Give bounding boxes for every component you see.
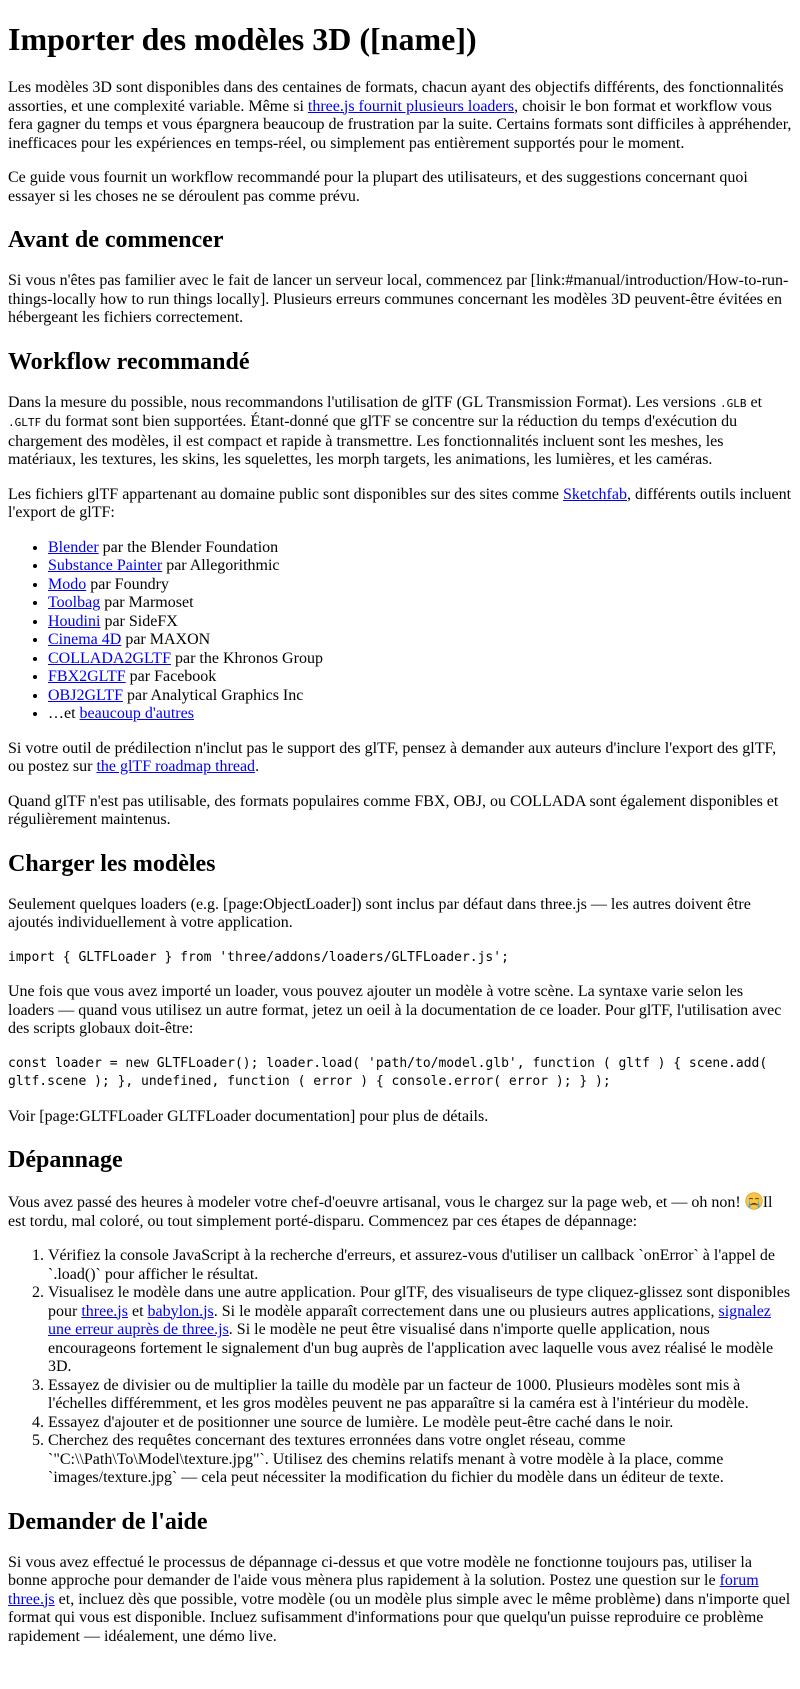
tool-vendor: par the Khronos Group [170, 649, 323, 667]
help-text-a: Si vous avez effectué le processus de dé… [8, 1553, 752, 1590]
tool-link[interactable]: COLLADA2GLTF [48, 650, 171, 667]
troubleshooting-text-a: Vous avez passé des heures à modeler vot… [8, 1194, 745, 1211]
workflow-text-and: et [746, 393, 763, 411]
troubleshooting-steps: Vérifiez la console JavaScript à la rech… [8, 1247, 792, 1488]
loading-paragraph-3: Voir [page:GLTFLoader GLTFLoader documen… [8, 1107, 489, 1125]
step2-text-b: . Si le modèle apparaît correctement dan… [213, 1302, 719, 1320]
help-text-b: et, incluez dès que possible, votre modè… [8, 1590, 791, 1645]
tool-vendor: par Facebook [125, 668, 217, 685]
troubleshooting-paragraph: Vous avez passé des heures à modeler vot… [8, 1192, 792, 1231]
code-load: const loader = new GLTFLoader(); loader.… [8, 1055, 776, 1090]
tool-vendor: par Marmoset [100, 594, 194, 611]
babylonjs-viewer-link[interactable]: babylon.js [148, 1303, 214, 1320]
workflow-text-b: du format sont bien supportées. Étant-do… [8, 413, 738, 468]
intro-paragraph-2: Ce guide vous fournit un workflow recomm… [8, 169, 748, 205]
glb-code: .GLB [720, 396, 747, 410]
tool-vendor: par Analytical Graphics Inc [122, 686, 304, 704]
threejs-viewer-link[interactable]: three.js [81, 1303, 128, 1320]
list-item: Cherchez des requêtes concernant des tex… [48, 1432, 792, 1488]
document: Importer des modèles 3D ([name]) Les mod… [0, 21, 800, 1646]
workflow-p2-text-a: Les fichiers glTF appartenant au domaine… [8, 485, 563, 503]
gltf-code: .GLTF [8, 416, 42, 429]
list-item: Visualisez le modèle dans une autre appl… [48, 1284, 792, 1377]
list-item: Essayez d'ajouter et de positionner une … [48, 1414, 792, 1433]
tool-link[interactable]: Houdini [48, 613, 100, 630]
list-item: COLLADA2GLTF par the Khronos Group [48, 650, 792, 669]
workflow-p3-text-b: . [255, 758, 260, 775]
tool-link[interactable]: Modo [48, 576, 86, 593]
heading-before: Avant de commencer [8, 227, 224, 253]
workflow-paragraph-1: Dans la mesure du possible, nous recomma… [8, 394, 792, 470]
crying-face-icon [745, 1192, 763, 1210]
page-title: Importer des modèles 3D ([name]) [8, 21, 477, 57]
list-item: Essayez de divisier ou de multiplier la … [48, 1377, 792, 1414]
tool-link[interactable]: Blender [48, 539, 99, 556]
heading-workflow: Workflow recommandé [8, 348, 250, 375]
before-paragraph: Si vous n'êtes pas familier avec le fait… [8, 272, 789, 326]
list-item: Vérifiez la console JavaScript à la rech… [48, 1247, 792, 1284]
workflow-paragraph-2: Les fichiers glTF appartenant au domaine… [8, 486, 792, 523]
loaders-link[interactable]: three.js fournit plusieurs loaders [308, 98, 514, 115]
tool-link[interactable]: Substance Painter [48, 557, 162, 574]
workflow-paragraph-3: Si votre outil de prédilection n'inclut … [8, 740, 792, 777]
tool-vendor: par MAXON [121, 631, 211, 648]
list-item: …et beaucoup d'autres [48, 705, 792, 724]
workflow-text-a: Dans la mesure du possible, nous recomma… [8, 393, 721, 411]
heading-loading: Charger les modèles [8, 850, 216, 877]
list-item: Houdini par SideFX [48, 613, 792, 632]
tool-link[interactable]: Toolbag [48, 594, 100, 611]
help-paragraph: Si vous avez effectué le processus de dé… [8, 1554, 792, 1647]
list-item: FBX2GLTF par Facebook [48, 668, 792, 687]
more-tools-link[interactable]: beaucoup d'autres [80, 705, 194, 722]
sketchfab-link[interactable]: Sketchfab [563, 486, 627, 503]
roadmap-thread-link[interactable]: the glTF roadmap thread [96, 758, 255, 775]
code-import: import { GLTFLoader } from 'three/addons… [8, 949, 509, 965]
list-item: Cinema 4D par MAXON [48, 631, 792, 650]
list-item: Substance Painter par Allegorithmic [48, 557, 792, 576]
tool-vendor: par Allegorithmic [162, 557, 280, 574]
heading-help: Demander de l'aide [8, 1508, 208, 1535]
tool-link[interactable]: FBX2GLTF [48, 668, 126, 685]
list-item: OBJ2GLTF par Analytical Graphics Inc [48, 687, 792, 706]
loading-paragraph-1: Seulement quelques loaders (e.g. [page:O… [8, 895, 751, 932]
list-item: Blender par the Blender Foundation [48, 539, 792, 558]
step2-text-and: et [127, 1302, 148, 1320]
tool-vendor: par SideFX [100, 612, 178, 630]
list-item: Toolbag par Marmoset [48, 594, 792, 613]
list-item: Modo par Foundry [48, 576, 792, 595]
loading-paragraph-2: Une fois que vous avez importé un loader… [8, 983, 782, 1037]
tool-link[interactable]: OBJ2GLTF [48, 687, 123, 704]
tool-vendor: par the Blender Foundation [98, 538, 279, 556]
heading-troubleshooting: Dépannage [8, 1147, 123, 1173]
workflow-paragraph-4: Quand glTF n'est pas utilisable, des for… [8, 792, 779, 829]
tools-list: Blender par the Blender Foundation Subst… [8, 539, 792, 724]
tool-vendor: par Foundry [86, 575, 169, 593]
tool-link[interactable]: Cinema 4D [48, 631, 121, 648]
intro-paragraph-1: Les modèles 3D sont disponibles dans des… [8, 79, 792, 153]
more-prefix: …et [48, 705, 80, 722]
